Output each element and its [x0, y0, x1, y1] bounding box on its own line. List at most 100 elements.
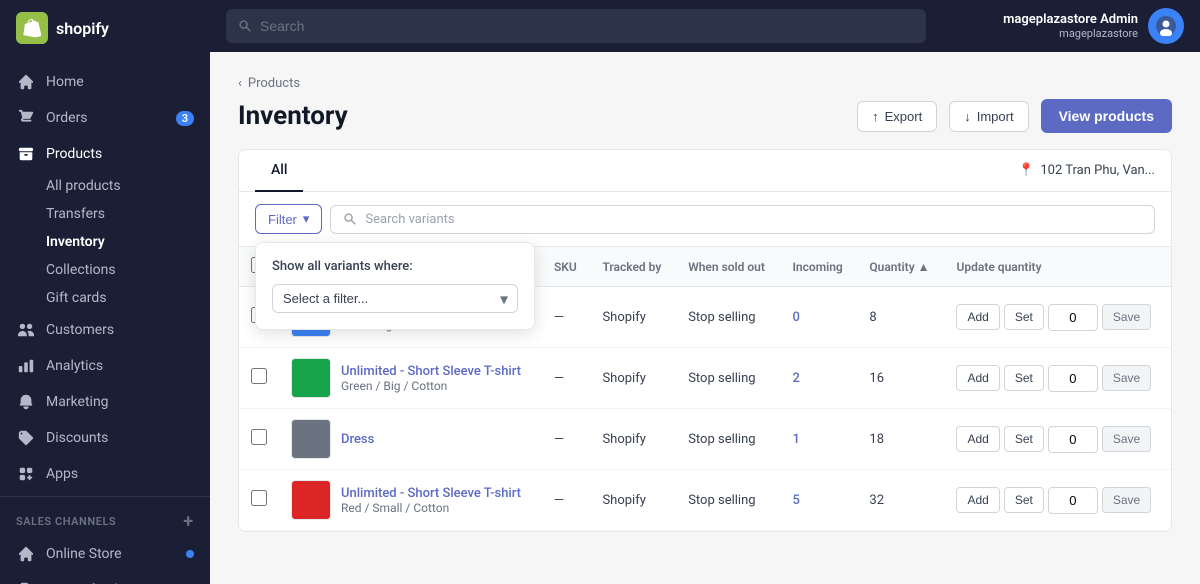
- export-button[interactable]: ↑ Export: [857, 101, 937, 132]
- sidebar-item-label: Customers: [46, 322, 114, 338]
- sidebar-item-analytics[interactable]: Analytics: [0, 348, 210, 384]
- sidebar-item-products[interactable]: Products: [0, 136, 210, 172]
- qty-actions: Add Set Save: [956, 304, 1159, 331]
- product-image: [291, 419, 331, 459]
- search-variants-icon: [343, 212, 357, 226]
- when-sold-out-cell: Stop selling: [676, 348, 780, 409]
- products-icon: [16, 144, 36, 164]
- save-button[interactable]: Save: [1102, 304, 1151, 330]
- add-sales-channel-icon[interactable]: +: [183, 511, 194, 532]
- filter-dropdown-label: Show all variants where:: [272, 259, 518, 274]
- breadcrumb[interactable]: ‹ Products: [238, 76, 1172, 91]
- search-input[interactable]: [260, 18, 914, 34]
- add-button[interactable]: Add: [956, 426, 999, 452]
- shopify-logo-icon: [16, 12, 48, 44]
- search-variants-bar[interactable]: Search variants: [330, 205, 1155, 234]
- online-store-dot: [186, 550, 194, 558]
- sidebar-sub-transfers[interactable]: Transfers: [0, 200, 210, 228]
- sidebar-item-online-store[interactable]: Online Store: [0, 536, 210, 572]
- sidebar-sub-inventory[interactable]: Inventory: [0, 228, 210, 256]
- tab-all[interactable]: All: [255, 150, 303, 192]
- sidebar-navigation: Home Orders 3 Products All products Tran…: [0, 56, 210, 584]
- when-sold-out-cell: Stop selling: [676, 470, 780, 531]
- qty-input[interactable]: [1048, 365, 1098, 392]
- avatar[interactable]: [1148, 8, 1184, 44]
- orders-badge: 3: [176, 111, 194, 126]
- marketing-icon: [16, 392, 36, 412]
- product-name[interactable]: Unlimited - Short Sleeve T-shirt: [341, 486, 521, 501]
- search-bar[interactable]: [226, 9, 926, 43]
- filter-select[interactable]: Select a filter...: [272, 284, 518, 313]
- qty-input[interactable]: [1048, 487, 1098, 514]
- set-button[interactable]: Set: [1004, 487, 1044, 513]
- sidebar-item-label: Home: [46, 74, 84, 90]
- user-name: mageplazastore Admin: [1003, 12, 1138, 27]
- product-variant: Red / Small / Cotton: [341, 501, 521, 515]
- sku-cell: —: [542, 348, 590, 409]
- save-button[interactable]: Save: [1102, 426, 1151, 452]
- add-button[interactable]: Add: [956, 365, 999, 391]
- import-icon: ↓: [964, 109, 971, 124]
- sidebar-logo[interactable]: shopify: [0, 0, 210, 56]
- col-sku: SKU: [542, 247, 590, 287]
- set-button[interactable]: Set: [1004, 304, 1044, 330]
- save-button[interactable]: Save: [1102, 365, 1151, 391]
- sidebar-sub-gift-cards[interactable]: Gift cards: [0, 284, 210, 312]
- product-name[interactable]: Unlimited - Short Sleeve T-shirt: [341, 364, 521, 379]
- save-button[interactable]: Save: [1102, 487, 1151, 513]
- product-name[interactable]: Dress: [341, 432, 374, 447]
- incoming-link[interactable]: 5: [792, 493, 799, 508]
- row-checkbox[interactable]: [251, 429, 267, 445]
- set-button[interactable]: Set: [1004, 365, 1044, 391]
- qty-actions: Add Set Save: [956, 487, 1159, 514]
- col-when-sold-out: When sold out: [676, 247, 780, 287]
- location-text: 102 Tran Phu, Van...: [1040, 163, 1155, 178]
- incoming-link[interactable]: 2: [792, 371, 799, 386]
- sidebar-item-orders[interactable]: Orders 3: [0, 100, 210, 136]
- qty-input[interactable]: [1048, 304, 1098, 331]
- sidebar-sub-all-products[interactable]: All products: [0, 172, 210, 200]
- analytics-icon: [16, 356, 36, 376]
- product-image: [291, 480, 331, 520]
- sidebar-sub-collections[interactable]: Collections: [0, 256, 210, 284]
- sidebar-item-discounts[interactable]: Discounts: [0, 420, 210, 456]
- add-button[interactable]: Add: [956, 487, 999, 513]
- online-store-icon: [16, 544, 36, 564]
- incoming-link[interactable]: 0: [792, 310, 799, 325]
- view-products-button[interactable]: View products: [1041, 99, 1172, 133]
- sidebar-item-marketing[interactable]: Marketing: [0, 384, 210, 420]
- apps-icon: [16, 464, 36, 484]
- filter-dropdown: Show all variants where: Select a filter…: [255, 242, 535, 330]
- set-button[interactable]: Set: [1004, 426, 1044, 452]
- chevron-left-icon: ‹: [238, 76, 242, 91]
- sku-cell: —: [542, 287, 590, 348]
- col-incoming: Incoming: [780, 247, 857, 287]
- sidebar-item-label: Analytics: [46, 358, 103, 374]
- sidebar-item-apps[interactable]: Apps: [0, 456, 210, 492]
- sidebar-item-label: Discounts: [46, 430, 108, 446]
- product-image: [291, 358, 331, 398]
- when-sold-out-cell: Stop selling: [676, 409, 780, 470]
- sidebar-item-home[interactable]: Home: [0, 64, 210, 100]
- product-variant: Green / Big / Cotton: [341, 379, 521, 393]
- orders-icon: [16, 108, 36, 128]
- products-submenu: All products Transfers Inventory Collect…: [0, 172, 210, 312]
- filter-button[interactable]: Filter ▾: [255, 204, 322, 234]
- user-store: mageplazastore: [1003, 27, 1138, 40]
- sidebar-item-point-of-sale[interactable]: Point of Sale: [0, 572, 210, 584]
- location-icon: 📍: [1018, 163, 1034, 178]
- col-tracked-by: Tracked by: [590, 247, 676, 287]
- quantity-cell: 18: [857, 409, 944, 470]
- location-badge[interactable]: 📍 102 Tran Phu, Van...: [1018, 163, 1155, 178]
- import-button[interactable]: ↓ Import: [949, 101, 1028, 132]
- topbar-user: mageplazastore Admin mageplazastore: [1003, 8, 1184, 44]
- qty-input[interactable]: [1048, 426, 1098, 453]
- user-info: mageplazastore Admin mageplazastore: [1003, 12, 1138, 40]
- row-checkbox[interactable]: [251, 490, 267, 506]
- incoming-link[interactable]: 1: [792, 432, 799, 447]
- page-title: Inventory: [238, 101, 348, 131]
- col-quantity: Quantity ▲: [857, 247, 944, 287]
- row-checkbox[interactable]: [251, 368, 267, 384]
- add-button[interactable]: Add: [956, 304, 999, 330]
- sidebar-item-customers[interactable]: Customers: [0, 312, 210, 348]
